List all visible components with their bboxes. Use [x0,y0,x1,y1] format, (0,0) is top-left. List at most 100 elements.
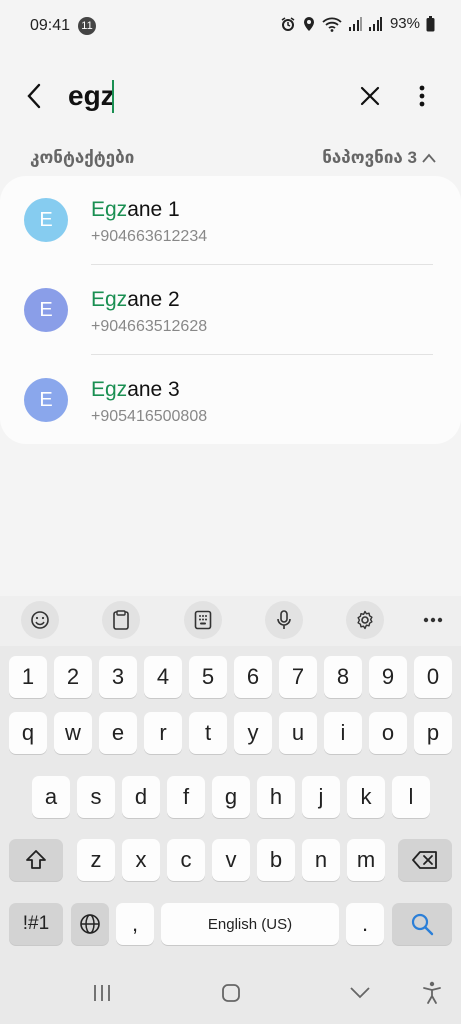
location-icon [303,16,314,31]
toolbar-more-button[interactable] [414,601,452,639]
clipboard-button[interactable] [102,601,140,639]
search-bar [0,70,461,124]
key-i[interactable]: i [324,712,362,754]
found-count-toggle[interactable]: ნაპოვნია 3 [322,148,437,168]
key-4[interactable]: 4 [144,656,182,698]
key-x[interactable]: x [122,839,160,881]
contact-item[interactable]: E Egzane 2 +904663512628 [0,266,461,356]
keypad-icon [194,610,212,630]
battery-icon [426,15,435,31]
period-key[interactable]: . [346,903,384,945]
name-match: Egz [91,288,128,311]
more-options-button[interactable] [404,78,440,114]
wifi-icon [322,17,342,32]
key-0[interactable]: 0 [414,656,452,698]
key-u[interactable]: u [279,712,317,754]
recents-button[interactable] [82,978,122,1008]
section-title: კონტაქტები [30,148,135,167]
backspace-key[interactable] [398,839,452,881]
key-p[interactable]: p [414,712,452,754]
key-r[interactable]: r [144,712,182,754]
key-b[interactable]: b [257,839,295,881]
status-icons: 93% [280,15,435,32]
key-k[interactable]: k [347,776,385,818]
shift-key[interactable] [9,839,63,881]
nav-back-button[interactable] [340,978,380,1008]
key-5[interactable]: 5 [189,656,227,698]
key-h[interactable]: h [257,776,295,818]
name-rest: ane 1 [127,198,180,221]
space-key[interactable]: English (US) [161,903,339,945]
microphone-icon [277,610,291,629]
chevron-left-icon [27,83,41,109]
home-icon [222,984,240,1002]
name-match: Egz [91,378,128,401]
avatar: E [24,378,68,422]
contact-item[interactable]: E Egzane 3 +905416500808 [0,356,461,446]
key-o[interactable]: o [369,712,407,754]
key-s[interactable]: s [77,776,115,818]
key-z[interactable]: z [77,839,115,881]
home-button[interactable] [211,978,251,1008]
key-e[interactable]: e [99,712,137,754]
search-input[interactable] [68,76,338,116]
key-j[interactable]: j [302,776,340,818]
more-vertical-icon [419,85,425,107]
key-g[interactable]: g [212,776,250,818]
name-rest: ane 2 [127,288,180,311]
text-cursor [112,80,114,113]
key-l[interactable]: l [392,776,430,818]
close-icon [360,86,380,106]
key-f[interactable]: f [167,776,205,818]
key-8[interactable]: 8 [324,656,362,698]
keypad-button[interactable] [184,601,222,639]
emoji-button[interactable] [21,601,59,639]
contacts-section-header: კონტაქტები ნაპოვნია 3 [0,146,461,172]
keyboard-settings-button[interactable] [346,601,384,639]
recents-icon [94,985,110,1001]
divider [91,354,433,355]
key-t[interactable]: t [189,712,227,754]
back-button[interactable] [16,78,52,114]
clear-search-button[interactable] [352,78,388,114]
more-horizontal-icon [423,617,443,623]
contact-name: Egzane 1 [91,198,180,222]
key-6[interactable]: 6 [234,656,272,698]
search-key[interactable] [392,903,452,945]
chevron-up-icon [422,153,436,163]
key-c[interactable]: c [167,839,205,881]
key-y[interactable]: y [234,712,272,754]
key-2[interactable]: 2 [54,656,92,698]
avatar: E [24,198,68,242]
key-q[interactable]: q [9,712,47,754]
keyboard-toolbar [0,596,461,646]
key-3[interactable]: 3 [99,656,137,698]
key-7[interactable]: 7 [279,656,317,698]
clipboard-icon [113,610,129,630]
found-count-label: ნაპოვნია 3 [322,148,417,167]
back-icon [350,987,370,999]
comma-key[interactable]: , [116,903,154,945]
key-1[interactable]: 1 [9,656,47,698]
status-bar: 09:41 11 93% [0,0,461,52]
key-m[interactable]: m [347,839,385,881]
name-rest: ane 3 [127,378,180,401]
language-key[interactable] [71,903,109,945]
accessibility-button[interactable] [412,978,452,1008]
alarm-icon [281,16,295,31]
key-n[interactable]: n [302,839,340,881]
contact-name: Egzane 2 [91,288,180,312]
contact-item[interactable]: E Egzane 1 +904663612234 [0,176,461,266]
key-d[interactable]: d [122,776,160,818]
key-9[interactable]: 9 [369,656,407,698]
notification-badge: 11 [78,17,96,35]
voice-input-button[interactable] [265,601,303,639]
key-a[interactable]: a [32,776,70,818]
accessibility-icon [423,981,441,1004]
symbols-key[interactable]: !#1 [9,903,63,945]
signal-icon [368,16,382,31]
key-v[interactable]: v [212,839,250,881]
name-match: Egz [91,198,128,221]
contact-name: Egzane 3 [91,378,180,402]
key-w[interactable]: w [54,712,92,754]
